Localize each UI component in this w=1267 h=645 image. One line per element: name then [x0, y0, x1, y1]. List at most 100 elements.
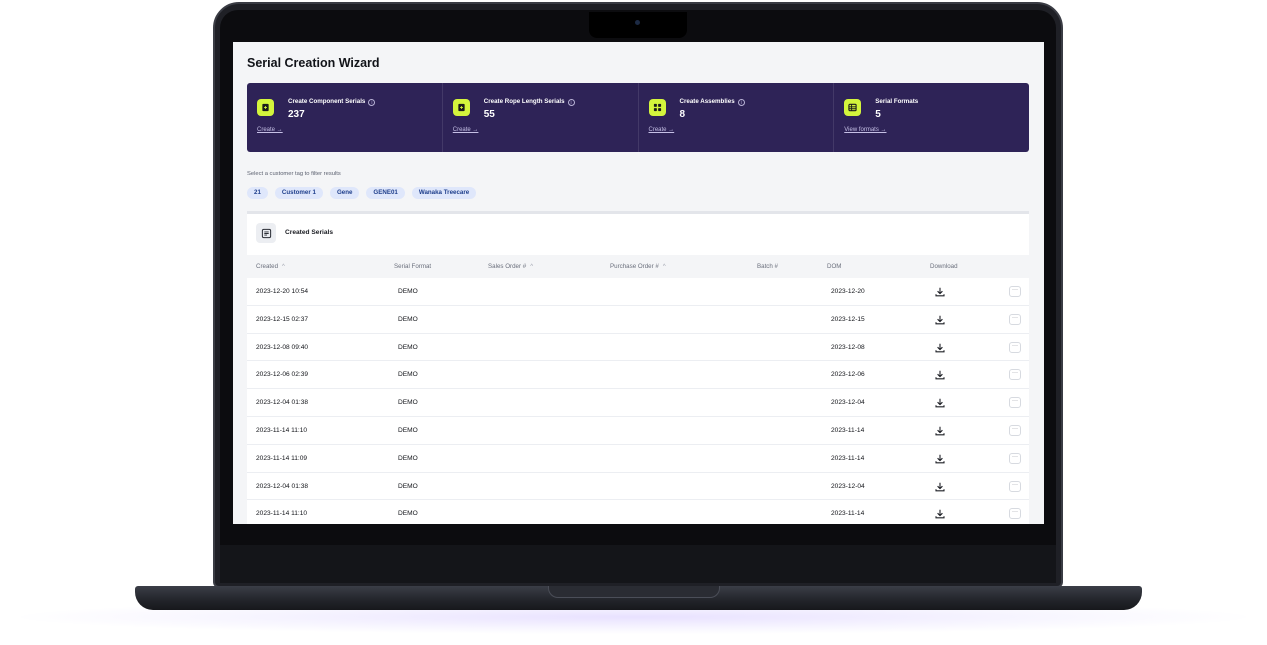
stat-value: 8: [679, 109, 686, 120]
download-icon[interactable]: [934, 425, 946, 437]
card-title: Created Serials: [285, 229, 334, 236]
cell-serial-format: DEMO: [398, 482, 418, 490]
tag-21[interactable]: 21: [247, 187, 268, 199]
sort-asc-icon[interactable]: ^: [282, 264, 285, 270]
stat-component-serials: Create Component Serials i 237 Create →: [247, 83, 443, 152]
document-icon: [256, 223, 276, 243]
more-options-button[interactable]: ···: [1009, 369, 1021, 381]
table-row[interactable]: 2023-12-06 02:39 DEMO 2023-12-06 ···: [247, 361, 1029, 390]
stat-label: Create Rope Length Serials i: [484, 98, 575, 106]
camera-notch: [589, 12, 687, 38]
table-icon: [844, 99, 862, 116]
download-icon[interactable]: [934, 369, 946, 381]
stat-assemblies: Create Assemblies i 8 Create →: [639, 83, 835, 152]
download-icon[interactable]: [934, 286, 946, 298]
table-row[interactable]: 2023-12-08 09:40 DEMO 2023-12-08 ···: [247, 334, 1029, 362]
more-options-button[interactable]: ···: [1009, 341, 1021, 353]
cell-dom: 2023-12-20: [831, 288, 865, 295]
more-options-button[interactable]: ···: [1009, 286, 1021, 297]
table-row[interactable]: 2023-12-04 01:38 DEMO 2023-12-04 ···: [247, 389, 1029, 417]
col-created[interactable]: Created ^: [256, 263, 285, 270]
stat-value: 237: [288, 109, 305, 120]
stage: Serial Creation Wizard Create Component …: [0, 0, 1267, 645]
cell-created: 2023-12-04 01:38: [256, 399, 309, 407]
more-options-button[interactable]: ···: [1009, 452, 1021, 464]
cell-dom: 2023-11-14: [831, 454, 865, 462]
cell-serial-format: DEMO: [398, 343, 418, 351]
camera-icon: [635, 20, 640, 25]
sort-asc-icon[interactable]: ^: [663, 264, 666, 270]
filter-label: Select a customer tag to filter results: [247, 171, 341, 177]
cell-dom: 2023-12-15: [831, 315, 865, 323]
tag-gene01[interactable]: GENE01: [366, 187, 405, 199]
stat-value: 5: [875, 109, 881, 120]
table-row[interactable]: 2023-12-20 10:54 DEMO 2023-12-20 ···: [247, 278, 1029, 306]
page-title: Serial Creation Wizard: [247, 56, 380, 70]
file-plus-icon: [452, 99, 470, 116]
cell-serial-format: DEMO: [398, 371, 418, 379]
cell-created: 2023-12-08 09:40: [256, 343, 309, 351]
file-plus-icon: [257, 99, 274, 116]
cell-serial-format: DEMO: [398, 510, 418, 518]
table-body: 2023-12-20 10:54 DEMO 2023-12-20 ··· 2023-12…: [247, 278, 1029, 524]
cell-dom: 2023-11-14: [831, 426, 865, 434]
cell-dom: 2023-12-04: [831, 482, 865, 490]
tag-gene[interactable]: Gene: [329, 187, 360, 199]
download-icon[interactable]: [934, 508, 946, 520]
stat-label: Serial Formats: [875, 98, 919, 105]
cell-created: 2023-12-06 02:39: [256, 371, 309, 379]
laptop-groove: [548, 586, 720, 598]
laptop-chin: [220, 545, 1056, 583]
more-options-button[interactable]: ···: [1009, 424, 1021, 436]
table-row[interactable]: 2023-11-14 11:09 DEMO 2023-11-14 ···: [247, 445, 1029, 473]
cell-dom: 2023-12-08: [831, 343, 865, 351]
cell-created: 2023-11-14 11:10: [256, 426, 308, 434]
stat-label: Create Assemblies i: [680, 98, 745, 106]
cell-dom: 2023-12-04: [831, 399, 865, 407]
info-icon[interactable]: i: [368, 99, 376, 106]
download-icon[interactable]: [934, 481, 946, 493]
cell-created: 2023-12-04 01:38: [256, 482, 309, 490]
sort-asc-icon[interactable]: ^: [530, 264, 533, 270]
table-header: Created ^ Serial Format Sales Order # ^ Pu…: [247, 258, 1029, 278]
more-options-button[interactable]: ···: [1009, 313, 1021, 325]
cell-serial-format: DEMO: [398, 315, 418, 323]
download-icon[interactable]: [934, 397, 946, 409]
view-formats-link[interactable]: View formats →: [844, 127, 886, 133]
cell-serial-format: DEMO: [398, 399, 418, 407]
create-rope-link[interactable]: Create →: [453, 127, 479, 133]
info-icon[interactable]: i: [567, 99, 575, 106]
stat-serial-formats: Serial Formats 5 View formats →: [834, 83, 1029, 152]
create-component-link[interactable]: Create →: [257, 127, 283, 133]
col-serial-format: Serial Format: [394, 263, 432, 270]
customer-tags: 21 Customer 1 Gene GENE01 Wanaka Treecar…: [247, 187, 477, 199]
table-row[interactable]: 2023-12-04 01:38 DEMO 2023-12-04 ···: [247, 473, 1029, 501]
create-assemblies-link[interactable]: Create →: [649, 127, 675, 133]
tag-customer-1[interactable]: Customer 1: [274, 187, 323, 199]
cell-serial-format: DEMO: [398, 454, 418, 462]
info-icon[interactable]: i: [737, 99, 745, 106]
table-row[interactable]: 2023-12-15 02:37 DEMO 2023-12-15 ···: [247, 306, 1029, 334]
cell-serial-format: DEMO: [398, 426, 418, 434]
more-options-button[interactable]: ···: [1009, 397, 1021, 409]
download-icon[interactable]: [934, 342, 946, 354]
table-row[interactable]: 2023-11-14 11:10 DEMO 2023-11-14 ···: [247, 500, 1029, 524]
download-icon[interactable]: [934, 453, 946, 465]
stats-banner: Create Component Serials i 237 Create → C…: [247, 83, 1029, 152]
tag-wanaka-treecare[interactable]: Wanaka Treecare: [411, 187, 477, 199]
col-purchase-order[interactable]: Purchase Order # ^: [610, 263, 666, 270]
stat-label: Create Component Serials i: [288, 98, 376, 106]
cell-dom: 2023-11-14: [831, 510, 865, 518]
cell-created: 2023-11-14 11:10: [256, 510, 308, 518]
more-options-button[interactable]: ···: [1009, 480, 1021, 492]
download-icon[interactable]: [934, 314, 946, 326]
table-row[interactable]: 2023-11-14 11:10 DEMO 2023-11-14 ···: [247, 417, 1029, 445]
col-download: Download: [930, 263, 958, 270]
more-options-button[interactable]: ···: [1009, 508, 1021, 520]
col-sales-order[interactable]: Sales Order # ^: [488, 263, 533, 270]
created-serials-header: Created Serials: [247, 211, 1029, 255]
cell-created: 2023-11-14 11:09: [256, 454, 308, 462]
cell-created: 2023-12-20 10:54: [256, 288, 309, 295]
cell-serial-format: DEMO: [398, 288, 418, 295]
cell-dom: 2023-12-06: [831, 371, 865, 379]
